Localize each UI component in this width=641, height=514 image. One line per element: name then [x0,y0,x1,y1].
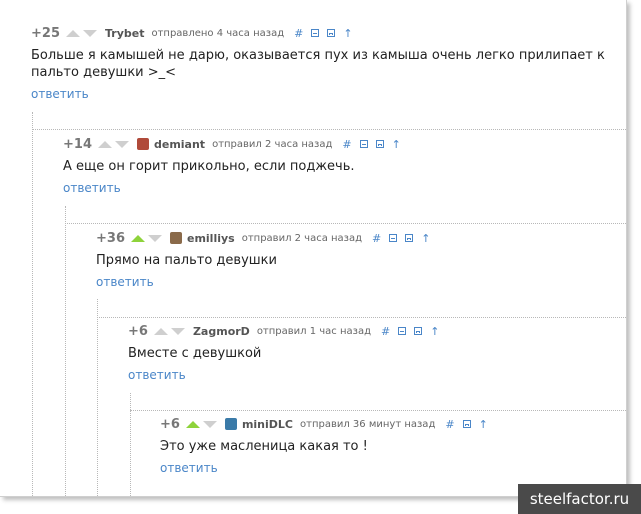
comment-text: Это уже масленица какая то ! [160,439,368,454]
comment-text: А еще он горит прикольно, если поджечь. [63,159,355,174]
comment-text: Вместе с девушкой [128,346,262,361]
thread-line [65,206,66,496]
comment-score: +14 [63,136,92,152]
avatar [169,232,182,244]
arrow-down-icon[interactable] [202,420,217,428]
arrow-down-icon[interactable] [114,140,129,148]
comment-score: +25 [31,25,60,41]
comment-score: +6 [160,416,180,432]
comment-author[interactable]: Trybet [105,27,144,40]
comment-author[interactable]: demiant [154,138,205,151]
permalink-link[interactable]: # [294,27,303,40]
watermark: steelfactor.ru [518,484,641,514]
collapse-icon[interactable] [389,234,398,242]
reply-link[interactable]: ответить [96,275,154,289]
comment-header: +25 Trybet отправлено 4 часа назад # ↑ [31,24,616,42]
arrow-to-parent-icon[interactable]: ↑ [421,232,430,245]
collapse-icon[interactable] [398,327,407,335]
collapse-icon[interactable] [359,140,368,148]
arrow-up-icon[interactable] [185,420,200,428]
thread-line [97,317,626,318]
comment-score: +36 [96,230,125,246]
comment-timestamp: отправлено 4 часа назад [151,27,285,39]
arrow-up-icon[interactable] [130,234,145,242]
permalink-link[interactable]: # [342,138,351,151]
arrow-to-parent-icon[interactable]: ↑ [430,325,439,338]
arrow-up-icon[interactable] [65,29,80,37]
thread-line [130,393,131,496]
save-icon[interactable] [375,140,384,148]
thread-line [97,299,98,496]
thread-line [130,410,626,411]
arrow-up-icon[interactable] [97,140,112,148]
reply-link[interactable]: ответить [128,368,186,382]
comment-text: Прямо на пальто девушки [96,253,277,268]
arrow-down-icon[interactable] [82,29,97,37]
reply-link[interactable]: ответить [63,181,121,195]
comment-author[interactable]: ZagmorD [193,325,250,338]
avatar [224,418,237,430]
comment-author[interactable]: emilliys [187,232,235,245]
arrow-down-icon[interactable] [147,234,162,242]
reply-link[interactable]: ответить [160,461,218,475]
comment-thread: +25 Trybet отправлено 4 часа назад # ↑ Б… [0,0,627,497]
save-icon[interactable] [462,420,471,428]
comment-timestamp: отправил 36 минут назад [300,418,436,430]
comment-timestamp: отправил 1 час назад [256,325,372,337]
comment-header: +14 demiant отправил 2 часа назад # ↑ [63,135,613,153]
comment-author[interactable]: miniDLC [242,418,293,431]
comment-header: +6 ZagmorD отправил 1 час назад # ↑ [128,322,618,340]
permalink-link[interactable]: # [372,232,381,245]
comment-timestamp: отправил 2 часа назад [241,232,363,244]
thread-line [32,129,626,130]
save-icon[interactable] [327,29,336,37]
comment-timestamp: отправил 2 часа назад [212,138,333,150]
arrow-down-icon[interactable] [170,327,185,335]
comment-text: Больше я камышей не дарю, оказывается пу… [31,48,605,80]
arrow-to-parent-icon[interactable]: ↑ [343,27,352,40]
avatar [136,138,149,150]
comment-header: +6 miniDLC отправил 36 минут назад # ↑ [160,415,615,433]
arrow-to-parent-icon[interactable]: ↑ [392,138,401,151]
comment: +14 demiant отправил 2 часа назад # ↑ А … [63,135,613,196]
collapse-icon[interactable] [311,29,320,37]
reply-link[interactable]: ответить [31,87,89,101]
permalink-link[interactable]: # [445,418,454,431]
arrow-to-parent-icon[interactable]: ↑ [479,418,488,431]
comment: +6 ZagmorD отправил 1 час назад # ↑ Вмес… [128,322,618,383]
permalink-link[interactable]: # [381,325,390,338]
comment: +36 emilliys отправил 2 часа назад # ↑ П… [96,229,616,290]
save-icon[interactable] [405,234,414,242]
comment-score: +6 [128,323,148,339]
thread-line [65,223,626,224]
comment-header: +36 emilliys отправил 2 часа назад # ↑ [96,229,616,247]
comment: +25 Trybet отправлено 4 часа назад # ↑ Б… [31,24,616,102]
comment: +6 miniDLC отправил 36 минут назад # ↑ Э… [160,415,615,476]
save-icon[interactable] [414,327,423,335]
thread-line [32,112,33,496]
arrow-up-icon[interactable] [153,327,168,335]
